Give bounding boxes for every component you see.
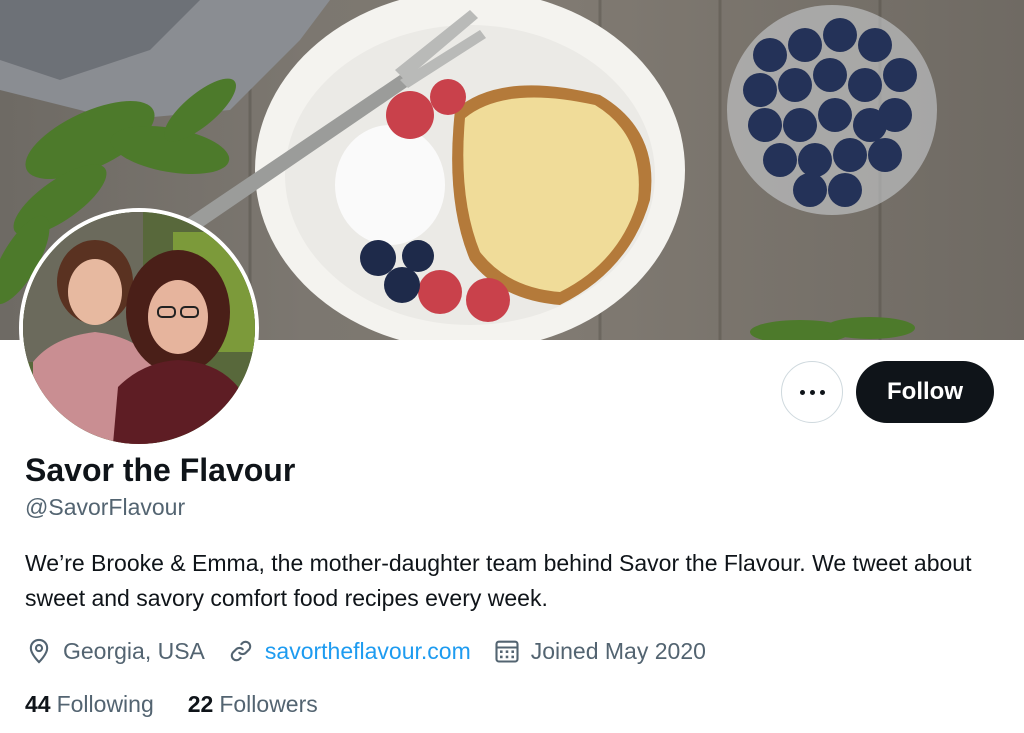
joined-item: Joined May 2020 — [493, 637, 706, 665]
profile-stats: 44 Following 22 Followers — [25, 688, 352, 720]
location-item: Georgia, USA — [25, 637, 205, 665]
more-options-button[interactable] — [781, 361, 843, 423]
following-link[interactable]: 44 Following — [25, 691, 154, 718]
website-link[interactable]: savortheflavour.com — [265, 638, 471, 665]
follow-button[interactable]: Follow — [856, 361, 994, 423]
more-horizontal-icon — [799, 389, 825, 395]
avatar-image — [23, 212, 255, 444]
joined-text: Joined May 2020 — [530, 637, 706, 664]
profile-meta: Georgia, USA savortheflavour.com Joined … — [25, 634, 728, 668]
profile-display-name: Savor the Flavour — [25, 452, 296, 488]
followers-count: 22 — [187, 690, 214, 717]
following-count: 44 — [25, 690, 51, 717]
followers-link[interactable]: 22 Followers — [188, 691, 318, 718]
profile-bio: We’re Brooke & Emma, the mother-daughter… — [25, 550, 972, 611]
followers-label: Followers — [219, 690, 318, 717]
link-icon — [230, 640, 252, 662]
profile-handle: @SavorFlavour — [25, 494, 186, 520]
following-label: Following — [56, 690, 154, 717]
calendar-icon — [495, 640, 519, 663]
location-text: Georgia, USA — [63, 637, 205, 664]
profile-avatar[interactable] — [19, 208, 259, 448]
location-pin-icon — [29, 638, 49, 664]
website-item[interactable]: savortheflavour.com — [227, 637, 471, 665]
